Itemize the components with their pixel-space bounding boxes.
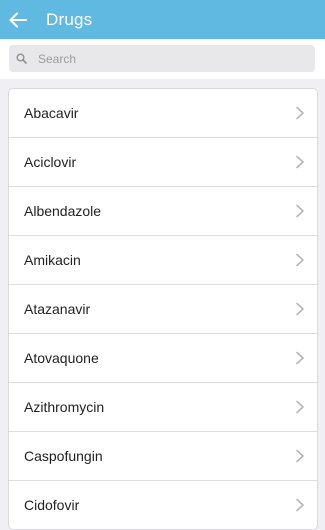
list-item-label: Albendazole <box>24 203 102 219</box>
list-item-abacavir[interactable]: Abacavir <box>9 89 317 138</box>
chevron-right-icon <box>295 253 305 267</box>
list-item-label: Aciclovir <box>24 154 77 170</box>
drug-list: Abacavir Aciclovir Albendazole Amikacin … <box>8 88 318 530</box>
list-item-albendazole[interactable]: Albendazole <box>9 187 317 236</box>
list-item-label: Caspofungin <box>24 448 103 464</box>
list-item-cidofovir[interactable]: Cidofovir <box>9 481 317 529</box>
chevron-right-icon <box>295 498 305 512</box>
list-item-azithromycin[interactable]: Azithromycin <box>9 383 317 432</box>
list-item-caspofungin[interactable]: Caspofungin <box>9 432 317 481</box>
list-item-label: Atovaquone <box>24 350 99 366</box>
back-button[interactable] <box>3 0 33 39</box>
search-box[interactable] <box>9 45 315 72</box>
list-item-label: Azithromycin <box>24 399 105 415</box>
list-item-label: Abacavir <box>24 105 79 121</box>
search-bar <box>0 39 325 79</box>
chevron-right-icon <box>295 400 305 414</box>
chevron-right-icon <box>295 302 305 316</box>
chevron-right-icon <box>295 204 305 218</box>
search-icon <box>16 53 28 65</box>
app-bar: Drugs <box>0 0 325 39</box>
chevron-right-icon <box>295 155 305 169</box>
list-item-label: Amikacin <box>24 252 81 268</box>
arrow-left-icon <box>9 12 27 27</box>
list-item-amikacin[interactable]: Amikacin <box>9 236 317 285</box>
chevron-right-icon <box>295 449 305 463</box>
list-item-atazanavir[interactable]: Atazanavir <box>9 285 317 334</box>
list-item-atovaquone[interactable]: Atovaquone <box>9 334 317 383</box>
search-input[interactable] <box>38 51 298 66</box>
list-item-label: Atazanavir <box>24 301 91 317</box>
list-item-aciclovir[interactable]: Aciclovir <box>9 138 317 187</box>
page-title: Drugs <box>46 9 93 29</box>
chevron-right-icon <box>295 106 305 120</box>
list-item-label: Cidofovir <box>24 497 80 513</box>
chevron-right-icon <box>295 351 305 365</box>
